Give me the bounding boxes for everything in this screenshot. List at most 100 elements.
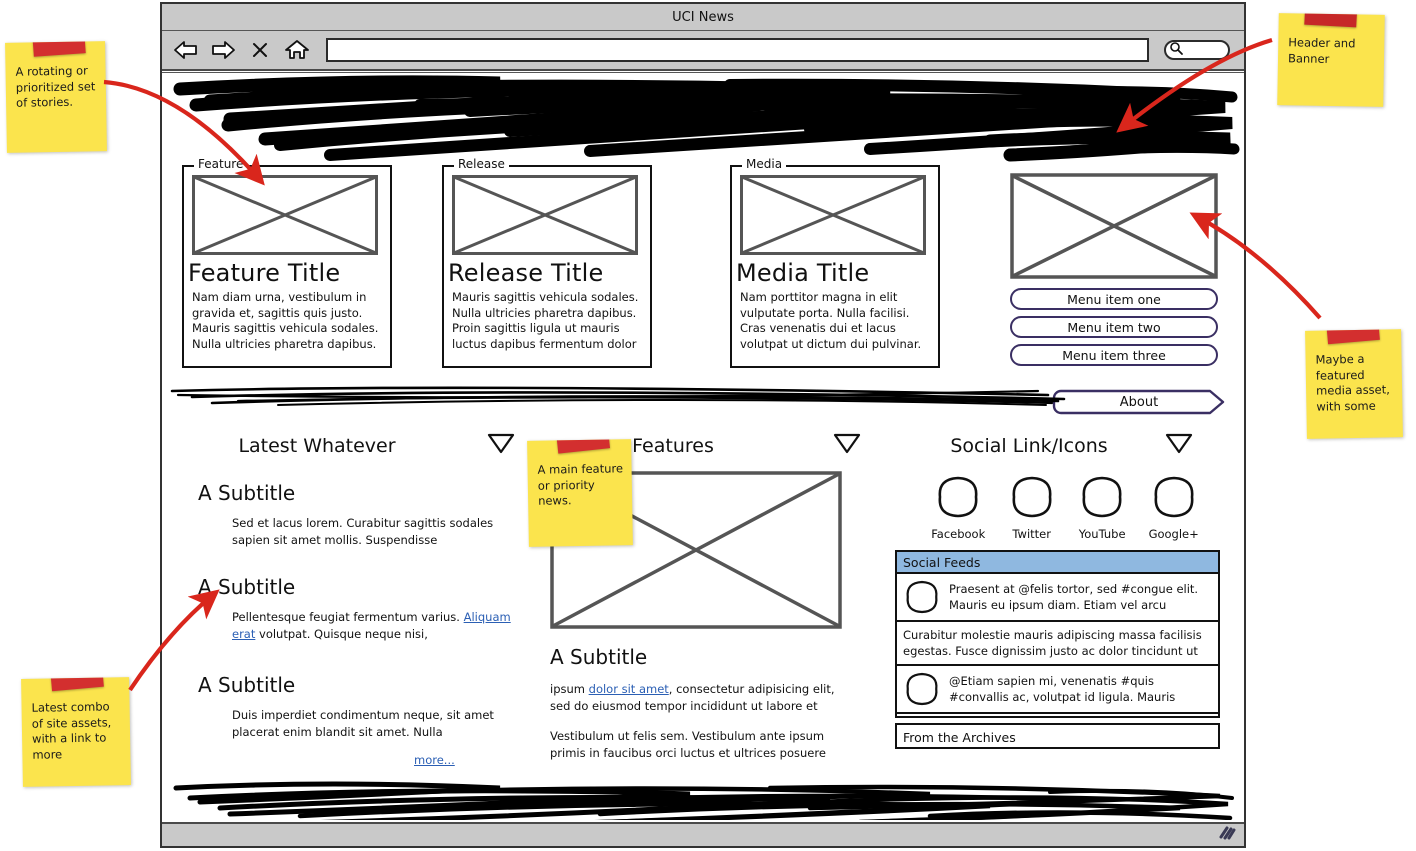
feed-text: Praesent at @felis tortor, sed #congue e…	[949, 582, 1199, 612]
social-link-youtube[interactable]: YouTube	[1078, 473, 1126, 541]
googleplus-icon	[1154, 476, 1194, 518]
note-text: Header and Banner	[1287, 35, 1356, 66]
avatar-icon	[906, 672, 938, 706]
latest-subtitle: A Subtitle	[198, 481, 296, 505]
features-heading-label: Features	[632, 434, 714, 457]
window-title-bar: UCI News	[162, 4, 1244, 31]
home-icon[interactable]	[283, 36, 311, 64]
social-label: YouTube	[1078, 527, 1126, 541]
menu-item-two[interactable]: Menu item two	[1010, 316, 1218, 338]
social-link-twitter[interactable]: Twitter	[1008, 473, 1056, 541]
latest-item-2: A Subtitle Pellentesque feugiat fermentu…	[198, 575, 518, 643]
latest-heading-label: Latest Whatever	[238, 434, 396, 457]
avatar-icon	[906, 580, 938, 614]
menu-item-one[interactable]: Menu item one	[1010, 288, 1218, 310]
features-column-heading: Features	[582, 431, 912, 460]
social-icons-row: Facebook Twitter YouTube Google+	[920, 473, 1210, 541]
social-feeds-panel: Social Feeds Praesent at @felis tortor, …	[895, 550, 1220, 718]
more-link[interactable]: more...	[414, 753, 455, 767]
page-viewport: Feature Feature Title Nam diam urna, ves…	[162, 72, 1244, 820]
social-label: Twitter	[1012, 527, 1051, 541]
latest-body: Duis imperdiet condimentum neque, sit am…	[232, 708, 494, 739]
address-input[interactable]	[326, 38, 1149, 62]
image-placeholder	[452, 175, 638, 255]
latest-body: Pellentesque feugiat fermentum varius. A…	[232, 609, 518, 643]
feed-text: Curabitur molestie mauris adipiscing mas…	[903, 628, 1202, 658]
social-label: Google+	[1148, 527, 1199, 541]
about-button[interactable]: About	[1052, 389, 1226, 415]
latest-body: Sed et lacus lorem. Curabitur sagittis s…	[232, 516, 494, 547]
note-text: Latest combo of site assets, with a link…	[31, 699, 112, 762]
note-text: A rotating or prioritized set of stories…	[15, 63, 96, 110]
header-banner-scribble	[173, 75, 1240, 162]
feed-item[interactable]: Praesent at @felis tortor, sed #congue e…	[897, 574, 1218, 622]
browser-window: UCI News Feature Feature Title Nam diam …	[160, 2, 1246, 848]
card-title: Feature Title	[188, 259, 341, 287]
menu-item-three[interactable]: Menu item three	[1010, 344, 1218, 366]
tape-icon	[50, 677, 104, 692]
dolor-sit-amet-link[interactable]: dolor sit amet	[589, 682, 669, 696]
social-feeds-header: Social Feeds	[897, 552, 1218, 574]
forward-arrow-icon[interactable]	[209, 36, 237, 64]
search-icon	[1169, 41, 1184, 60]
note-header-banner: Header and Banner	[1277, 13, 1385, 107]
feed-item[interactable]: @Etiam sapien mi, venenatis #quis #conva…	[897, 666, 1218, 714]
card-body: Nam diam urna, vestibulum in gravida et,…	[192, 290, 379, 351]
section-divider-scribble	[170, 386, 1066, 406]
menu-item-label: Menu item two	[1067, 319, 1161, 335]
archives-label: From the Archives	[903, 729, 1016, 745]
card-legend: Media	[742, 157, 787, 171]
social-heading-label: Social Link/Icons	[950, 434, 1108, 457]
card-title: Media Title	[736, 259, 870, 287]
social-link-facebook[interactable]: Facebook	[931, 473, 985, 541]
card-release: Release Release Title Mauris sagittis ve…	[442, 157, 652, 368]
window-status-bar	[162, 822, 1244, 846]
facebook-icon	[938, 476, 978, 518]
note-featured-media: Maybe a featured media asset, with some	[1305, 329, 1403, 439]
menu-item-label: Menu item one	[1067, 291, 1161, 307]
social-link-googleplus[interactable]: Google+	[1149, 473, 1199, 541]
back-arrow-icon[interactable]	[172, 36, 200, 64]
social-column-heading: Social Link/Icons	[922, 431, 1222, 460]
note-latest-combo: Latest combo of site assets, with a link…	[21, 677, 131, 787]
tape-icon	[32, 41, 86, 57]
card-legend: Feature	[194, 157, 248, 171]
features-para-2: Vestibulum ut felis sem. Vestibulum ante…	[550, 729, 826, 760]
resize-grip-icon[interactable]	[1218, 825, 1236, 845]
note-text: A main feature or priority news.	[537, 461, 624, 508]
feed-text: @Etiam sapien mi, venenatis #quis #conva…	[949, 674, 1176, 704]
image-placeholder	[192, 175, 378, 255]
tape-icon	[1304, 13, 1358, 28]
features-para1-pre: ipsum	[550, 682, 589, 696]
card-legend: Release	[454, 157, 509, 171]
archives-panel[interactable]: From the Archives	[895, 723, 1220, 749]
tape-icon	[1326, 329, 1380, 345]
social-feeds-title: Social Feeds	[903, 554, 981, 570]
twitter-icon	[1012, 476, 1052, 518]
footer-scribble	[173, 781, 1234, 820]
search-input[interactable]	[1164, 40, 1230, 60]
note-rotating-stories: A rotating or prioritized set of stories…	[5, 41, 107, 153]
about-label: About	[1119, 394, 1159, 410]
card-media: Media Media Title Nam porttitor magna in…	[730, 157, 940, 368]
chevron-down-icon[interactable]	[832, 431, 862, 460]
card-body: Nam porttitor magna in elit vulputate po…	[740, 290, 922, 351]
latest-body-pre: Pellentesque feugiat fermentum varius.	[232, 610, 464, 624]
latest-column-heading: Latest Whatever	[212, 431, 542, 460]
stop-x-icon[interactable]	[246, 36, 274, 64]
latest-body-post: volutpat. Quisque neque nisi,	[255, 627, 428, 641]
latest-item-3: A Subtitle Duis imperdiet condimentum ne…	[198, 673, 518, 741]
card-feature: Feature Feature Title Nam diam urna, ves…	[182, 157, 392, 368]
youtube-icon	[1082, 476, 1122, 518]
chevron-down-icon[interactable]	[486, 431, 516, 460]
featured-media-placeholder	[1010, 173, 1218, 279]
feed-item[interactable]: Curabitur molestie mauris adipiscing mas…	[897, 622, 1218, 666]
chevron-down-icon[interactable]	[1164, 431, 1194, 460]
latest-subtitle: A Subtitle	[198, 673, 296, 697]
note-text: Maybe a featured media asset, with some	[1315, 351, 1390, 414]
features-para-1: ipsum dolor sit amet, consectetur adipis…	[550, 681, 850, 715]
image-placeholder	[740, 175, 926, 255]
features-subtitle: A Subtitle	[550, 645, 648, 669]
note-main-feature: A main feature or priority news.	[527, 439, 633, 547]
browser-toolbar	[162, 31, 1244, 71]
